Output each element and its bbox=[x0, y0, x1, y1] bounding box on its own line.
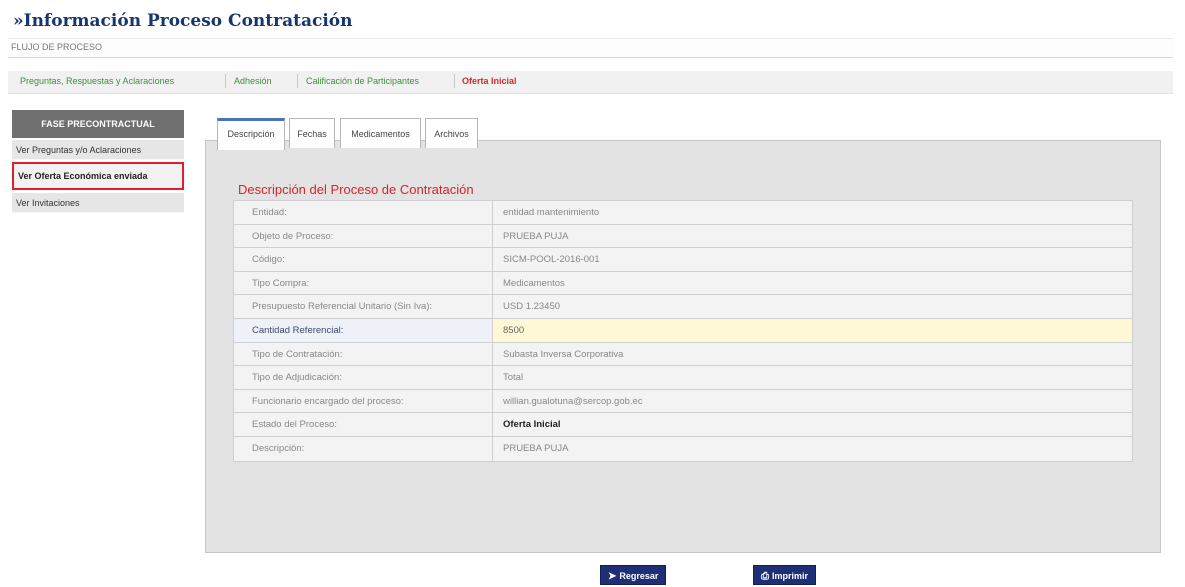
table-row: Objeto de Proceso: PRUEBA PUJA bbox=[234, 224, 1132, 249]
table-row: Código: SICM-POOL-2016-001 bbox=[234, 248, 1132, 272]
row-label: Código: bbox=[234, 248, 493, 271]
flow-bar: FLUJO DE PROCESO bbox=[8, 38, 1173, 58]
table-row: Entidad: entidad mantenimiento bbox=[234, 201, 1132, 225]
row-value: willian.gualotuna@sercop.gob.ec bbox=[503, 395, 643, 407]
row-value: PRUEBA PUJA bbox=[503, 230, 569, 242]
row-value: Subasta Inversa Corporativa bbox=[503, 348, 624, 360]
details-table: Entidad: entidad mantenimiento Objeto de… bbox=[233, 200, 1133, 462]
row-label: Presupuesto Referencial Unitario (Sin Iv… bbox=[234, 295, 493, 318]
sidebar-item-oferta-economica[interactable]: Ver Oferta Económica enviada bbox=[12, 162, 184, 190]
row-value: SICM-POOL-2016-001 bbox=[503, 254, 600, 266]
sidebar-item-preguntas[interactable]: Ver Preguntas y/o Aclaraciones bbox=[12, 140, 184, 160]
stage-bar: Preguntas, Respuestas y Aclaraciones Adh… bbox=[8, 71, 1173, 94]
sidebar-header: FASE PRECONTRACTUAL bbox=[12, 110, 184, 138]
table-row: Tipo de Contratación: Subasta Inversa Co… bbox=[234, 342, 1132, 367]
table-row: Tipo Compra: Medicamentos bbox=[234, 271, 1132, 296]
tab-descripcion[interactable]: Descripción bbox=[217, 118, 285, 150]
row-label: Entidad: bbox=[234, 201, 493, 224]
table-row: Tipo de Adjudicación: Total bbox=[234, 366, 1132, 390]
flow-label: FLUJO DE PROCESO bbox=[11, 42, 103, 52]
table-row: Cantidad Referencial: 8500 bbox=[234, 318, 1132, 343]
row-label: Tipo de Contratación: bbox=[234, 342, 493, 366]
back-arrow-icon: ➤ bbox=[608, 571, 617, 582]
row-label: Descripción: bbox=[234, 436, 493, 461]
row-value: Oferta Inicial bbox=[503, 419, 561, 431]
row-value: Medicamentos bbox=[503, 277, 565, 289]
stage-link-calificacion[interactable]: Calificación de Participantes bbox=[306, 76, 419, 86]
table-row: Descripción: PRUEBA PUJA bbox=[234, 436, 1132, 461]
stage-link-oferta-inicial[interactable]: Oferta Inicial bbox=[462, 76, 517, 86]
row-value: PRUEBA PUJA bbox=[503, 442, 569, 454]
row-label: Cantidad Referencial: bbox=[234, 318, 493, 342]
row-label: Tipo Compra: bbox=[234, 271, 493, 295]
printer-icon: ⎙ bbox=[761, 571, 769, 582]
stage-separator bbox=[297, 74, 298, 88]
section-title: Descripción del Proceso de Contratación bbox=[238, 182, 474, 197]
row-value: 8500 bbox=[493, 318, 1132, 342]
stage-separator bbox=[454, 74, 455, 88]
table-row: Funcionario encargado del proceso: willi… bbox=[234, 389, 1132, 414]
tab-archivos[interactable]: Archivos bbox=[425, 118, 478, 148]
row-label: Funcionario encargado del proceso: bbox=[234, 389, 493, 413]
stage-link-adhesion[interactable]: Adhesión bbox=[234, 76, 272, 86]
row-value: entidad mantenimiento bbox=[503, 207, 600, 218]
tab-medicamentos[interactable]: Medicamentos bbox=[340, 118, 421, 148]
print-button[interactable]: ⎙ Imprimir bbox=[753, 565, 817, 585]
stage-link-preguntas[interactable]: Preguntas, Respuestas y Aclaraciones bbox=[20, 76, 174, 86]
row-label: Objeto de Proceso: bbox=[234, 224, 493, 248]
sidebar-item-invitaciones[interactable]: Ver Invitaciones bbox=[12, 193, 184, 213]
table-row: Presupuesto Referencial Unitario (Sin Iv… bbox=[234, 295, 1132, 319]
row-value: USD 1.23450 bbox=[503, 301, 561, 313]
stage-separator bbox=[225, 74, 226, 88]
table-row: Estado del Proceso: Oferta Inicial bbox=[234, 413, 1132, 437]
row-label: Estado del Proceso: bbox=[234, 413, 493, 436]
row-value: Total bbox=[503, 372, 524, 384]
print-button-label: Imprimir bbox=[772, 571, 809, 581]
back-button-label: Regresar bbox=[619, 571, 659, 581]
row-label: Tipo de Adjudicación: bbox=[234, 366, 493, 389]
page-title: »Información Proceso Contratación bbox=[13, 11, 353, 31]
back-button[interactable]: ➤ Regresar bbox=[600, 565, 667, 585]
tab-fechas[interactable]: Fechas bbox=[289, 118, 335, 148]
